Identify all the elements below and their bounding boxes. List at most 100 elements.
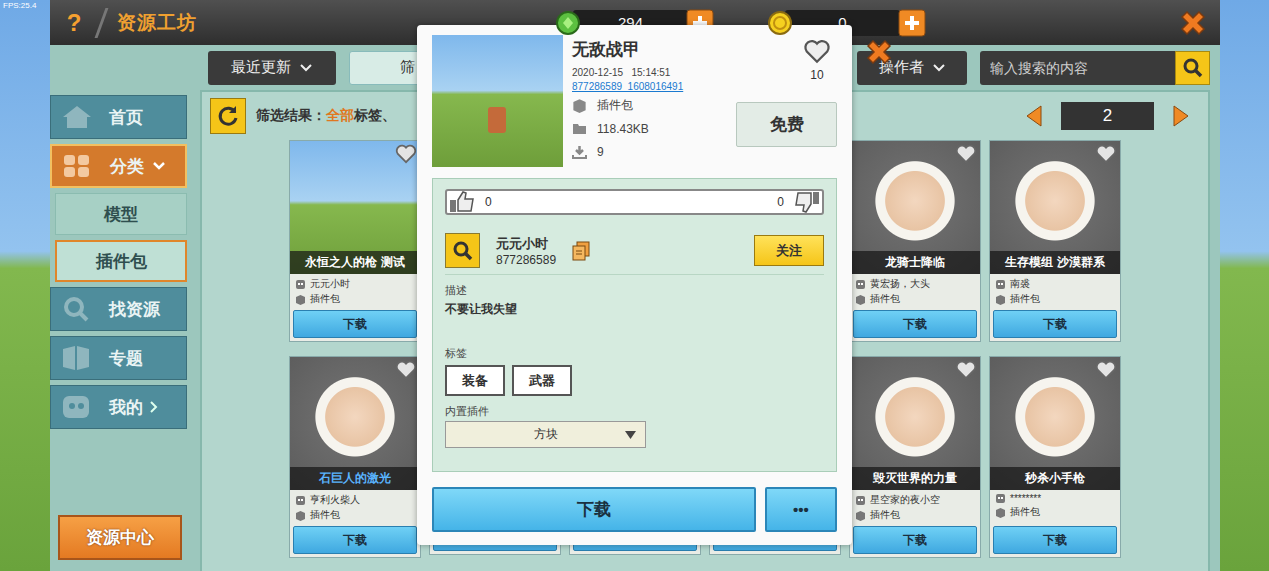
card-author: 元元小时 — [310, 277, 350, 291]
tag[interactable]: 装备 — [445, 365, 505, 396]
card-title: 石巨人的激光 — [290, 467, 420, 490]
page-number: 2 — [1061, 102, 1154, 130]
card-thumbnail: 生存模组 沙漠群系 — [990, 141, 1120, 274]
follow-button[interactable]: 关注 — [754, 235, 824, 266]
down-votes: 0 — [777, 195, 784, 209]
separator — [95, 8, 109, 38]
home-icon — [59, 103, 95, 131]
fps-counter: FPS:25.4 — [3, 1, 36, 11]
plugin-label: 内置插件 — [445, 404, 824, 419]
pager: 2 — [1025, 102, 1190, 130]
card-thumbnail: 永恒之人的枪 测试 — [290, 141, 420, 274]
rating-bar: 00 — [445, 189, 824, 215]
download-button[interactable]: 下载 — [293, 310, 417, 338]
mine-icon — [59, 393, 95, 421]
search-input[interactable] — [980, 51, 1175, 85]
sidebar-item[interactable]: 找资源 — [50, 287, 187, 331]
search-icon — [452, 240, 474, 262]
download-button[interactable]: 下载 — [432, 487, 756, 532]
resource-center-button[interactable]: 资源中心 — [58, 515, 182, 560]
filter-label: 筛选结果： — [256, 107, 326, 125]
sidebar-subitem[interactable]: 插件包 — [55, 240, 187, 282]
sidebar-item[interactable]: 专题 — [50, 336, 187, 380]
sidebar-label: 我的 — [109, 396, 143, 419]
filter-tags: 标签、 — [354, 107, 396, 125]
download-count: 9 — [597, 145, 604, 159]
download-button[interactable]: 下载 — [993, 526, 1117, 554]
card-thumbnail: 石巨人的激光 — [290, 357, 420, 490]
card-type: 插件包 — [310, 508, 340, 522]
plugin-value: 方块 — [446, 426, 645, 443]
resource-card[interactable]: 毁灭世界的力量星空家的夜小空插件包下载 — [849, 356, 981, 558]
close-icon[interactable] — [1178, 8, 1208, 38]
price-button[interactable]: 免费 — [736, 102, 837, 147]
sidebar-item[interactable]: 首页 — [50, 95, 187, 139]
refresh-button[interactable] — [210, 98, 246, 134]
coin-icon — [767, 10, 793, 36]
package-icon — [295, 294, 306, 305]
plugin-dropdown[interactable]: 方块 — [445, 421, 646, 448]
heart-icon — [955, 144, 977, 164]
close-icon[interactable] — [864, 37, 894, 67]
author-search-button[interactable] — [445, 233, 480, 268]
card-title: 生存模组 沙漠群系 — [990, 251, 1120, 274]
resource-card[interactable]: 永恒之人的枪 测试元元小时插件包下载 — [289, 140, 421, 342]
dropdown-arrow-icon — [625, 431, 636, 439]
resource-detail-dialog: 无敌战甲2020-12-15 15:14:51877286589_1608016… — [417, 25, 852, 545]
next-page-icon[interactable] — [1172, 104, 1190, 128]
resource-thumbnail — [432, 35, 563, 167]
resource-card[interactable]: 石巨人的激光亨利火柴人插件包下载 — [289, 356, 421, 558]
download-button[interactable]: 下载 — [293, 526, 417, 554]
author-icon — [855, 279, 866, 290]
package-icon — [995, 294, 1006, 305]
heart-icon — [1095, 360, 1117, 380]
search-box — [980, 51, 1210, 85]
more-button[interactable]: ••• — [765, 487, 837, 532]
card-thumbnail: 秒杀小手枪 — [990, 357, 1120, 490]
heart-icon — [395, 144, 417, 164]
sidebar-subitem[interactable]: 模型 — [55, 193, 187, 235]
sidebar-label: 模型 — [104, 203, 138, 226]
prev-page-icon[interactable] — [1025, 104, 1043, 128]
download-button[interactable]: 下载 — [853, 310, 977, 338]
author-icon — [995, 493, 1006, 504]
package-icon — [995, 507, 1006, 518]
heart-icon — [803, 39, 831, 64]
package-icon — [855, 510, 866, 521]
thumbs-up-icon — [449, 191, 475, 213]
filter-button[interactable]: 筛 — [349, 51, 424, 85]
sidebar-item[interactable]: 我的 — [50, 385, 187, 429]
download-icon — [572, 145, 587, 159]
card-type: 插件包 — [870, 508, 900, 522]
card-type: 插件包 — [1010, 292, 1040, 306]
find-icon — [59, 295, 95, 323]
download-button[interactable]: 下载 — [993, 310, 1117, 338]
resource-card[interactable]: 龙骑士降临黄宏扬，大头插件包下载 — [849, 140, 981, 342]
tag[interactable]: 武器 — [512, 365, 572, 396]
description: 不要让我失望 — [445, 301, 824, 318]
chevron-down-icon — [299, 63, 313, 73]
heart-icon — [395, 360, 417, 380]
gem-icon — [555, 10, 581, 36]
card-thumbnail: 龙骑士降临 — [850, 141, 980, 274]
folder-icon — [572, 122, 587, 135]
help-button[interactable]: ? — [62, 9, 86, 37]
copy-icon[interactable] — [572, 241, 590, 261]
page-title: 资源工坊 — [117, 10, 197, 36]
author-name: 元元小时 — [496, 235, 556, 253]
sidebar-item[interactable]: 分类 — [50, 144, 187, 188]
heart-icon — [955, 360, 977, 380]
package-icon — [855, 294, 866, 305]
card-author: 南裘 — [1010, 277, 1030, 291]
resource-card[interactable]: 秒杀小手枪********插件包下载 — [989, 356, 1121, 558]
author-row: 元元小时877286589关注 — [445, 233, 824, 268]
sidebar-label: 分类 — [110, 155, 144, 178]
file-size: 118.43KB — [597, 122, 649, 136]
sidebar: 首页分类模型插件包找资源专题我的资源中心 — [50, 45, 195, 571]
resource-id[interactable]: 877286589_1608016491 — [572, 81, 797, 92]
search-button[interactable] — [1175, 51, 1210, 85]
favorite[interactable]: 10 — [797, 39, 837, 92]
download-button[interactable]: 下载 — [853, 526, 977, 554]
sort-dropdown[interactable]: 最近更新 — [208, 51, 336, 85]
resource-card[interactable]: 生存模组 沙漠群系南裘插件包下载 — [989, 140, 1121, 342]
